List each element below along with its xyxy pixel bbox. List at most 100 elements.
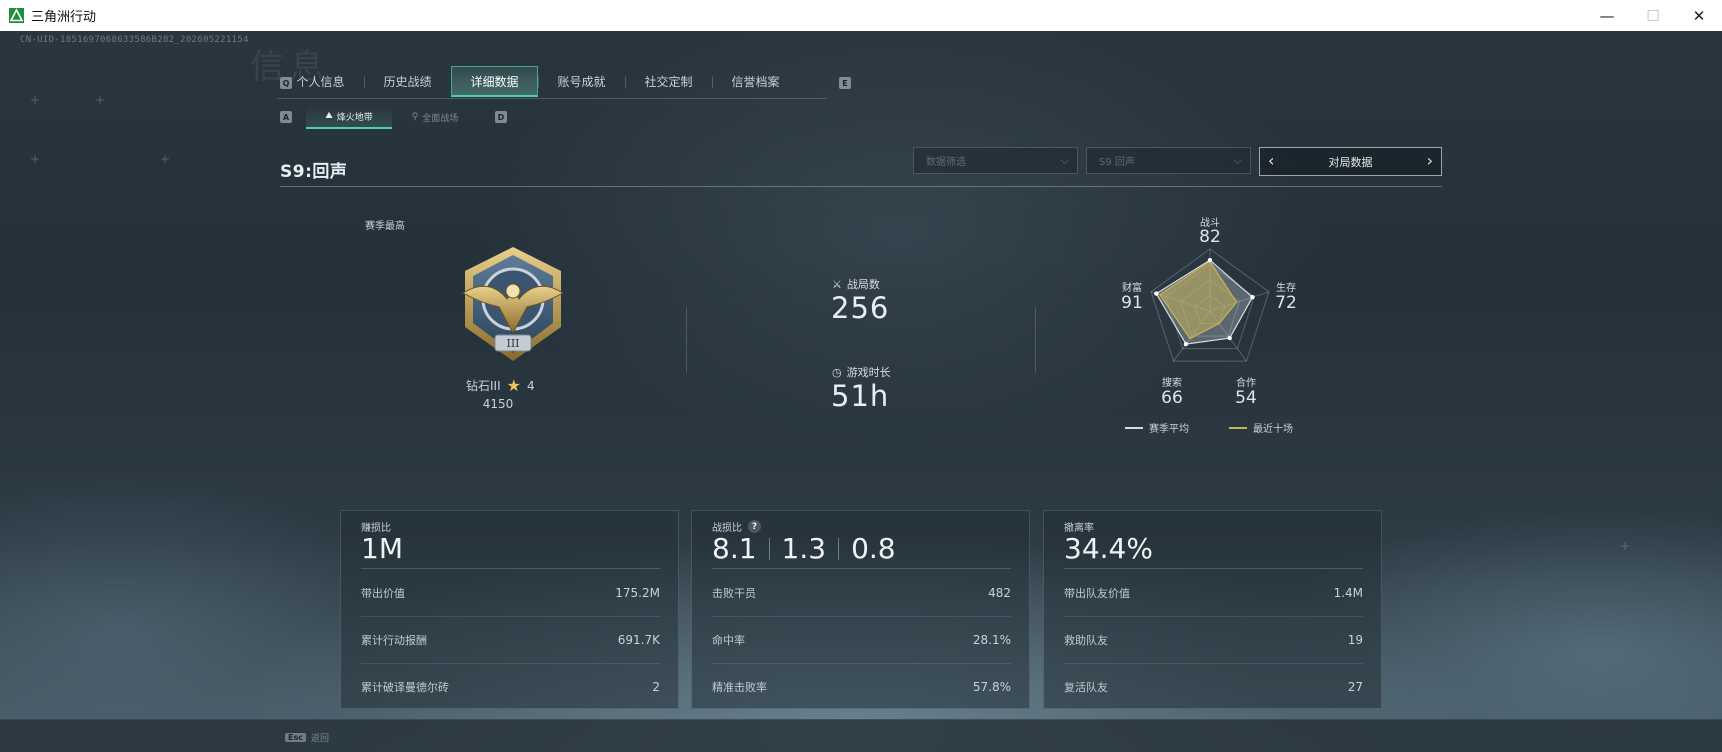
maximize-button[interactable]: ☐ (1630, 0, 1676, 31)
row-value: 482 (988, 585, 1011, 600)
tab-social-custom[interactable]: 社交定制 (625, 66, 712, 97)
pager-label: 对局数据 (1328, 155, 1373, 169)
radar-chart (1110, 221, 1310, 431)
row-value: 57.8% (972, 680, 1011, 694)
legend-recent-ten: 最近十场 (1229, 420, 1293, 435)
row-value: 691.7K (617, 633, 660, 647)
row-label: 击败干员 (712, 586, 756, 600)
kd-values: 8.1 1.3 0.8 (712, 532, 896, 565)
radar-point (1227, 335, 1232, 341)
rank-stars: 4 (526, 378, 535, 393)
decor-cross-icon: + (30, 93, 41, 107)
card-row: 带出队友价值 1.4M (1064, 569, 1363, 616)
row-value: 175.2M (615, 585, 660, 600)
row-label: 精准击败率 (712, 681, 767, 694)
back-label: 返回 (310, 734, 329, 744)
game-viewport: CN-UID-1851697068633586B282_202605221154… (0, 31, 1722, 752)
radar-value-combat: 82 (1199, 227, 1221, 247)
separator (838, 537, 840, 560)
row-label: 累计行动报酬 (361, 634, 427, 647)
row-value: 19 (1347, 633, 1363, 647)
landscape-icon: ⛰ (325, 111, 333, 121)
tab-detailed-data[interactable]: 详细数据 (451, 66, 538, 97)
subtab-hazard-zone[interactable]: ⛰ 烽火地带 (306, 105, 392, 129)
window-title: 三角洲行动 (31, 10, 97, 25)
kd-card: 战损比 ? 8.1 1.3 0.8 击败干员 482 命中率 28.1% 精准击败率… (691, 510, 1030, 709)
radar-label-wealth: 财富 (1122, 283, 1142, 294)
season-title: S9:回声 (280, 162, 348, 182)
card-row: 精准击败率 57.8% (712, 663, 1011, 710)
data-filter-dropdown[interactable]: 数据筛选 ⌵ (913, 147, 1078, 174)
rank-points: 4150 (482, 397, 514, 411)
profit-ratio-value: 1M (361, 532, 403, 565)
dropdown-value: 数据筛选 (926, 157, 966, 168)
profit-card: 赚损比 1M 带出价值 175.2M 累计行动报酬 691.7K 累计破译曼德尔砖 2 (340, 510, 679, 709)
card-row: 救助队友 19 (1064, 616, 1363, 663)
decor-cross-icon: + (30, 152, 41, 166)
decor-cross-icon: + (160, 152, 171, 166)
tab-match-history[interactable]: 历史战绩 (364, 66, 451, 97)
star-icon: ★ (506, 376, 521, 395)
chevron-right-icon[interactable]: › (1427, 151, 1433, 170)
clock-icon: ◷ (832, 365, 842, 379)
extract-rate-value: 34.4% (1064, 532, 1153, 565)
rank-name: 钻石III (466, 379, 501, 393)
dropdown-value: S9 回声 (1099, 157, 1135, 168)
minimize-button[interactable]: — (1584, 0, 1630, 31)
matches-label: ⚔ 战局数 (832, 276, 880, 292)
separator (768, 537, 770, 560)
legend-line (1125, 426, 1143, 429)
decor-cross-icon: + (95, 93, 106, 107)
crossed-swords-icon: ⚔ (832, 277, 842, 291)
legend-text: 赛季平均 (1149, 424, 1189, 435)
tab-credit-record[interactable]: 信誉档案 (712, 66, 799, 97)
chevron-left-icon[interactable]: ‹ (1268, 151, 1274, 170)
subtab-full-battlefield[interactable]: ⚲ 全面战场 (392, 105, 478, 129)
radar-label-search: 搜索 (1162, 378, 1182, 389)
tab-personal-info[interactable]: 个人信息 (277, 66, 364, 97)
radar-point (1250, 295, 1255, 300)
legend-text: 最近十场 (1253, 424, 1293, 435)
radar-value-wealth: 91 (1121, 293, 1143, 313)
rank-medal-icon: III (449, 241, 577, 369)
radar-svg (1150, 248, 1270, 362)
mode-subtabs: ⛰ 烽火地带 ⚲ 全面战场 (306, 105, 478, 129)
row-label: 复活队友 (1064, 681, 1108, 694)
antenna-icon: ⚲ (411, 112, 419, 122)
radar-point (1207, 257, 1213, 263)
row-label: 带出价值 (361, 586, 405, 600)
row-label: 累计破译曼德尔砖 (361, 681, 449, 694)
close-button[interactable]: ✕ (1676, 0, 1722, 31)
radar-value-teamwork: 54 (1235, 388, 1257, 408)
subtab-label: 全面战场 (422, 113, 459, 124)
radar-value-survival: 72 (1275, 293, 1297, 313)
svg-text:III: III (506, 337, 519, 350)
row-label: 命中率 (712, 634, 745, 647)
card-row: 累计行动报酬 691.7K (361, 616, 660, 663)
playtime-label-text: 游戏时长 (846, 366, 891, 379)
row-value: 28.1% (972, 633, 1011, 647)
playtime-value: 51h (831, 379, 890, 413)
divider (1035, 307, 1036, 373)
chevron-down-icon: ⌵ (1060, 154, 1069, 167)
card-row: 带出价值 175.2M (361, 569, 660, 616)
row-label: 救助队友 (1064, 634, 1108, 647)
header-divider (280, 186, 1442, 187)
esc-keycap: Esc (285, 733, 306, 742)
season-best-caption: 赛季最高 (365, 221, 405, 232)
radar-point (1154, 291, 1159, 296)
tab-achievements[interactable]: 账号成就 (538, 66, 625, 97)
row-value: 27 (1347, 680, 1363, 694)
divider (686, 307, 687, 373)
row-value: 2 (652, 680, 660, 694)
radar-point (1183, 341, 1189, 347)
chevron-down-icon: ⌵ (1233, 154, 1242, 167)
radar-label-teamwork: 合作 (1236, 378, 1256, 389)
decor-cross-icon: + (1620, 539, 1631, 553)
legend-line (1229, 426, 1247, 429)
season-dropdown[interactable]: S9 回声 ⌵ (1086, 147, 1251, 174)
key-hint-d: D (495, 111, 507, 123)
card-row: 击败干员 482 (712, 569, 1011, 616)
key-hint-e: E (839, 77, 851, 89)
back-button[interactable]: Esc 返回 (285, 731, 329, 744)
